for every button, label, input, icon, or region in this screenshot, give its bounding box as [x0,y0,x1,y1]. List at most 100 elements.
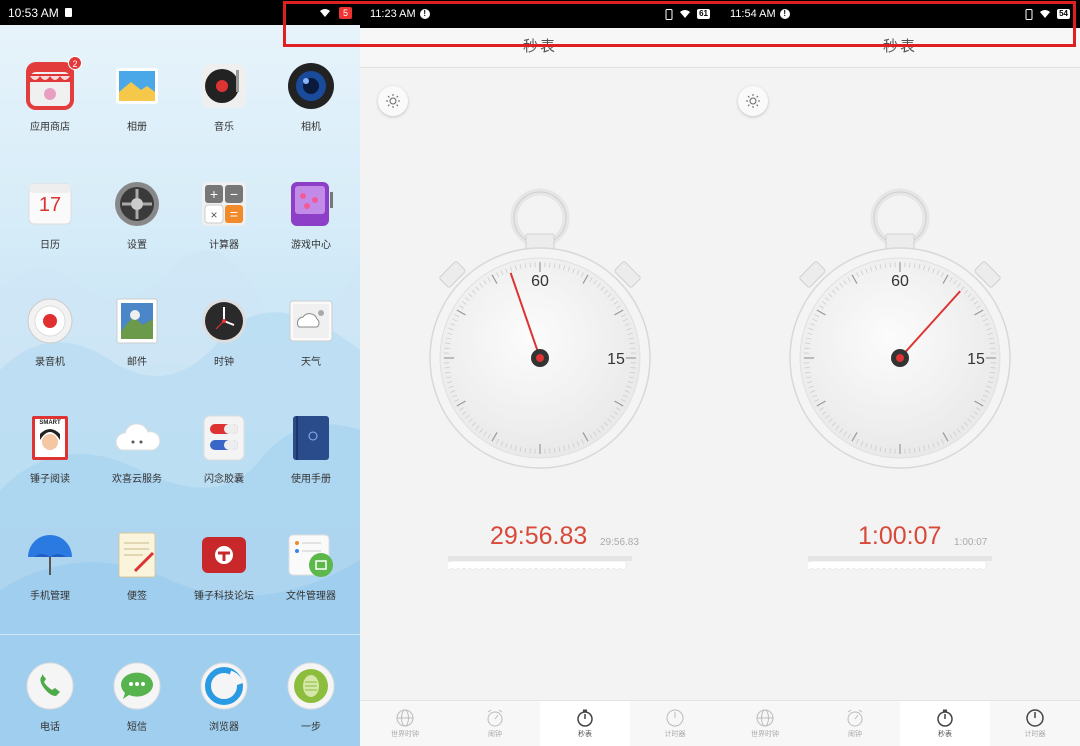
app-store-app[interactable]: 2 应用商店 [6,56,94,133]
brightness-button[interactable] [378,86,408,116]
tab-label: 世界时钟 [751,730,779,738]
app-label: 相册 [127,122,147,133]
tab-alarm[interactable]: 闹钟 [810,701,900,746]
app-label: 音乐 [214,122,234,133]
app-store-icon: 2 [26,56,82,110]
app-label: 使用手册 [291,474,331,485]
clock-app[interactable]: 时钟 [180,297,268,368]
settings-icon [113,180,161,228]
stopwatch-dial[interactable]: 60 15 [788,186,1012,476]
messages-icon [113,662,161,710]
phone-manager-app[interactable]: 手机管理 [6,531,94,602]
cloud-service-icon [113,414,161,462]
one-step-app[interactable]: 一步 [267,662,355,733]
app-label: 锤子科技论坛 [194,591,254,602]
elapsed-time: 29:56.83 [490,522,588,550]
app-label: 一步 [301,722,321,733]
status-time: 10:53 AM [8,5,59,20]
recorder-icon [26,297,74,345]
settings-app[interactable]: 设置 [93,180,181,251]
notes-app[interactable]: 便签 [93,531,181,602]
tab-label: 世界时钟 [391,730,419,738]
app-badge: 2 [68,56,82,70]
app-label: 欢喜云服务 [112,474,162,485]
phone-manager-icon [26,531,74,579]
cloud-service-app[interactable]: 欢喜云服务 [93,414,181,485]
app-label: 时钟 [214,357,234,368]
brightness-button[interactable] [738,86,768,116]
stopwatch-dial[interactable]: 60 15 [428,186,652,476]
brightness-icon [386,94,400,108]
capsule-icon [200,414,248,462]
battery-level: 54 [1057,9,1070,19]
tab-label: 秒表 [578,730,592,738]
alarm-icon [487,709,503,726]
calculator-app[interactable]: + − × = 计算器 [180,180,268,251]
app-label: 短信 [127,722,147,733]
calendar-icon: 17 [26,180,74,228]
camera-icon [287,62,335,110]
globe-icon [756,709,774,726]
manual-icon [287,414,335,462]
reader-icon: SMART [26,414,74,462]
bottom-tab-bar: 世界时钟 闹钟 秒表 计时器 [720,700,1080,746]
brightness-icon [746,94,760,108]
status-bar: 11:54 AM ! 54 [720,0,1080,28]
vibrate-icon [1025,8,1033,20]
stopwatch-icon [937,709,953,727]
tab-stopwatch[interactable]: 秒表 [540,701,630,746]
game-center-app[interactable]: 游戏中心 [267,180,355,251]
dial-label-15: 15 [607,351,625,368]
app-label: 文件管理器 [286,591,336,602]
tab-label: 计时器 [664,730,686,738]
browser-app[interactable]: 浏览器 [180,662,268,733]
notification-badge: 5 [338,6,352,19]
forum-icon [200,531,248,579]
manual-app[interactable]: 使用手册 [267,414,355,485]
reader-app[interactable]: SMART 锤子阅读 [6,414,94,485]
svg-text:×: × [210,208,217,222]
tab-world-clock[interactable]: 世界时钟 [720,701,810,746]
alarm-icon [847,709,863,726]
weather-app[interactable]: 天气 [267,297,355,368]
info-icon: ! [419,9,430,19]
tab-label: 闹钟 [488,730,502,738]
file-manager-app[interactable]: 文件管理器 [267,531,355,602]
mail-app[interactable]: 邮件 [93,297,181,368]
phone-app[interactable]: 电话 [6,662,94,733]
tab-label: 计时器 [1024,730,1046,738]
forum-app[interactable]: 锤子科技论坛 [180,531,268,602]
timer-icon [666,709,684,726]
messages-app[interactable]: 短信 [93,662,181,733]
tab-world-clock[interactable]: 世界时钟 [360,701,450,746]
clock-icon [200,297,248,345]
app-label: 便签 [127,591,147,602]
app-label: 闪念胶囊 [204,474,244,485]
tab-label: 闹钟 [848,730,862,738]
lap-time: 1:00:07 [954,537,988,548]
tab-timer[interactable]: 计时器 [990,701,1080,746]
capsule-app[interactable]: 闪念胶囊 [180,414,268,485]
lap-paper-strip [448,556,632,571]
tab-timer[interactable]: 计时器 [630,701,720,746]
vibrate-icon [665,8,673,20]
camera-app[interactable]: 相机 [267,62,355,133]
elapsed-time: 1:00:07 [858,522,942,550]
app-label: 天气 [301,357,321,368]
battery-level: 61 [697,9,710,19]
calendar-app[interactable]: 17 日历 [6,180,94,251]
app-label: 浏览器 [209,722,239,733]
app-label: 锤子阅读 [30,474,70,485]
gallery-app[interactable]: 相册 [93,62,181,133]
tab-alarm[interactable]: 闹钟 [450,701,540,746]
file-manager-icon [287,531,335,579]
tab-stopwatch[interactable]: 秒表 [900,701,990,746]
lap-time: 29:56.83 [600,537,639,548]
app-label: 设置 [127,240,147,251]
app-label: 相机 [301,122,321,133]
one-step-icon [287,662,335,710]
tab-label: 秒表 [938,730,952,738]
music-app[interactable]: 音乐 [180,62,268,133]
calculator-icon: + − × = [200,180,248,228]
recorder-app[interactable]: 录音机 [6,297,94,368]
